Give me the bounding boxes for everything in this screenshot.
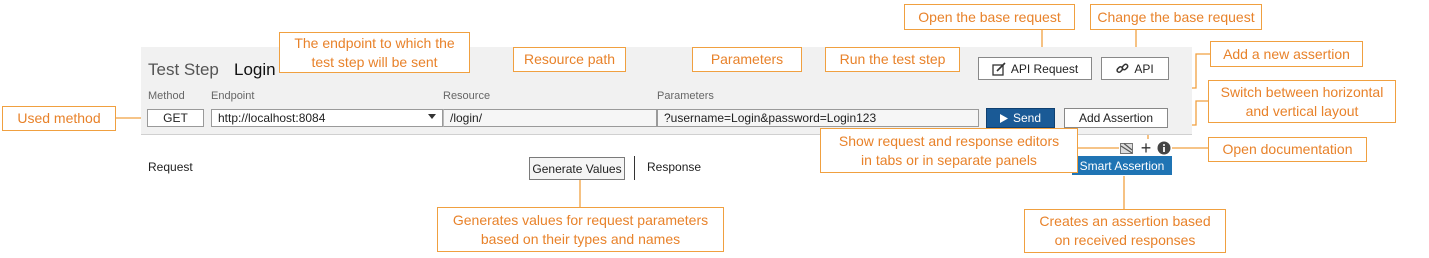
smart-assertion-label: Smart Assertion (1079, 158, 1165, 173)
callout-resource-path: Resource path (513, 47, 626, 72)
callout-text: Used method (17, 110, 101, 126)
send-button-label: Send (1012, 111, 1042, 125)
chevron-down-icon[interactable] (428, 114, 436, 119)
api-request-label: API Request (1010, 61, 1079, 76)
callout-text-line2: and vertical layout (1245, 102, 1359, 119)
callout-text: Add a new assertion (1223, 45, 1350, 62)
add-assertion-button[interactable]: Add Assertion (1064, 108, 1168, 128)
endpoint-dropdown[interactable]: http://localhost:8084 (211, 109, 443, 127)
callout-generates-values: Generates values for request parameters … (437, 207, 724, 252)
parameters-field[interactable]: ?username=Login&password=Login123 (657, 109, 979, 127)
callout-switch-layout: Switch between horizontal and vertical l… (1208, 80, 1396, 123)
callout-text-line2: test step will be sent (311, 53, 438, 70)
callout-text-line1: Show request and response editors (838, 132, 1060, 149)
callout-text: Open documentation (1222, 141, 1353, 157)
callout-open-base-request: Open the base request (904, 4, 1075, 30)
callout-endpoint: The endpoint to which the test step will… (279, 32, 470, 73)
callout-used-method: Used method (2, 106, 116, 131)
link-icon (1116, 63, 1129, 73)
callout-parameters: Parameters (692, 47, 802, 72)
callout-text-line1: Generates values for request parameters (452, 211, 709, 228)
callout-text-line1: Switch between horizontal (1220, 83, 1384, 100)
callout-add-new-assertion: Add a new assertion (1210, 41, 1363, 67)
callout-text: Resource path (523, 51, 616, 67)
resource-label: Resource (443, 90, 491, 102)
callout-text: Change the base request (1097, 8, 1255, 25)
callout-open-documentation: Open documentation (1208, 137, 1367, 162)
smart-assertion-button[interactable]: Smart Assertion (1072, 156, 1172, 175)
method-label: Method (148, 90, 185, 102)
api-label: API (1134, 61, 1154, 76)
callout-text: Parameters (710, 51, 784, 67)
callout-run-test-step: Run the test step (825, 47, 960, 72)
api-request-button[interactable]: API Request (978, 57, 1092, 80)
callout-text: Open the base request (918, 8, 1061, 25)
callout-change-base-request: Change the base request (1090, 4, 1262, 30)
resource-field[interactable]: /login/ (443, 109, 657, 127)
request-editor-label: Request (148, 160, 193, 174)
callout-text-line2: based on their types and names (480, 230, 681, 247)
edit-icon (992, 61, 1006, 76)
test-step-name: Login (234, 60, 276, 79)
editors-divider[interactable] (634, 156, 635, 180)
callout-text-line1: Creates an assertion based (1039, 213, 1211, 229)
callout-text-line2: on received responses (1054, 232, 1196, 248)
response-editor-label: Response (647, 160, 702, 174)
test-step-title-prefix: Test Step (148, 60, 219, 79)
add-assertion-label: Add Assertion (1078, 111, 1154, 125)
callout-text: Run the test step (839, 51, 946, 67)
endpoint-label: Endpoint (211, 90, 255, 102)
generate-values-label: Generate Values (532, 161, 622, 176)
info-icon[interactable] (1157, 141, 1171, 155)
generate-values-button[interactable]: Generate Values (529, 157, 625, 180)
method-field[interactable]: GET (147, 109, 204, 127)
callout-text-line2: in tabs or in separate panels (861, 151, 1037, 168)
tabs-icon[interactable] (1119, 141, 1133, 155)
callout-text-line1: The endpoint to which the (294, 34, 455, 51)
callout-creates-assertion: Creates an assertion based on received r… (1024, 209, 1226, 253)
send-button[interactable]: Send (986, 108, 1055, 128)
callout-show-editors: Show request and response editors in tab… (820, 128, 1078, 173)
api-button[interactable]: API (1101, 57, 1169, 80)
parameters-label: Parameters (657, 90, 714, 102)
play-icon (999, 113, 1008, 123)
plus-icon[interactable]: + (1139, 139, 1153, 157)
